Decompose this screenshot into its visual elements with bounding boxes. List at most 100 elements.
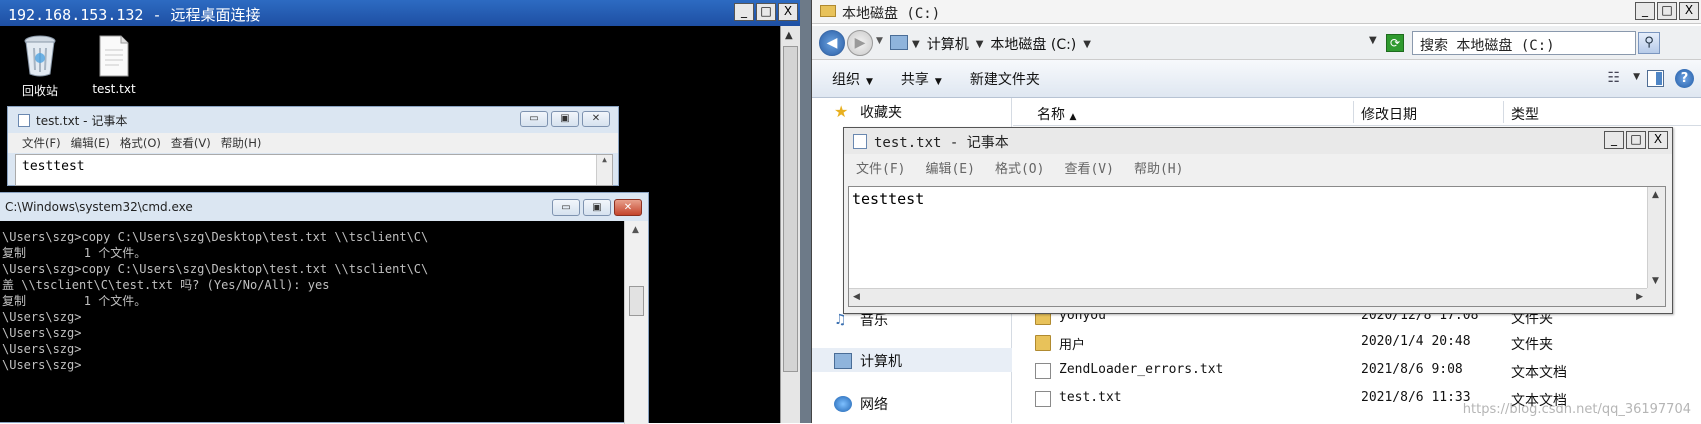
notepad-minimize-button[interactable]: _ (1604, 131, 1624, 149)
menu-view[interactable]: 查看(V) (171, 135, 211, 151)
computer-icon (890, 35, 908, 50)
cmd-maximize-button[interactable]: ▣ (583, 199, 611, 216)
menu-file[interactable]: 文件(F) (856, 158, 905, 177)
desktop-icon-recycle-bin[interactable]: 回收站 (8, 34, 72, 99)
menu-edit[interactable]: 编辑(E) (71, 135, 110, 151)
file-name: ZendLoader_errors.txt (1059, 362, 1224, 377)
menu-edit[interactable]: 编辑(E) (925, 158, 974, 177)
scroll-up-arrow-icon[interactable]: ▲ (596, 155, 612, 185)
chevron-down-icon: ▼ (866, 76, 873, 87)
rdp-scrollbar[interactable]: ▲ (780, 26, 800, 423)
remote-notepad-content: testtest (22, 159, 85, 174)
scroll-left-arrow-icon[interactable]: ◀ (853, 292, 860, 302)
rdp-maximize-button[interactable]: □ (756, 3, 776, 21)
remote-notepad-title-bar[interactable]: test.txt - 记事本 ▭ ▣ ✕ (8, 107, 618, 133)
file-name: 用户 (1059, 338, 1086, 353)
chevron-down-icon[interactable]: ▼ (912, 39, 920, 50)
preview-pane-icon[interactable] (1647, 70, 1664, 87)
music-icon: ♫ (834, 312, 847, 328)
console-line: \Users\szg> (2, 326, 82, 340)
resize-grip-icon[interactable] (1647, 288, 1665, 306)
column-name[interactable]: 名称 ▲ (1037, 104, 1076, 124)
chevron-down-icon[interactable]: ▼ (1083, 39, 1091, 50)
scroll-down-arrow-icon[interactable]: ▼ (1652, 276, 1659, 286)
desktop-icon-label: 回收站 (21, 84, 58, 98)
history-dropdown-icon[interactable]: ▼ (876, 36, 883, 46)
console-line: 复制 1 个文件。 (2, 294, 147, 308)
menu-format[interactable]: 格式(O) (995, 158, 1044, 177)
menu-help[interactable]: 帮助(H) (221, 135, 262, 151)
nav-item-label: 计算机 (860, 354, 902, 370)
scroll-up-arrow-icon[interactable]: ▲ (632, 225, 639, 235)
file-type: 文本文档 (1511, 365, 1567, 381)
remote-notepad-maximize-button[interactable]: ▣ (551, 111, 579, 127)
scroll-up-arrow-icon[interactable]: ▲ (1652, 190, 1659, 200)
view-options-icon[interactable]: ☷ (1607, 70, 1620, 86)
menu-view[interactable]: 查看(V) (1064, 158, 1113, 177)
share-button[interactable]: 共享 ▼ (901, 69, 942, 89)
console-line: 复制 1 个文件。 (2, 246, 147, 260)
explorer-maximize-button[interactable]: □ (1657, 2, 1677, 20)
forward-button[interactable]: ▶ (847, 30, 873, 56)
notepad-vertical-scrollbar[interactable]: ▲ ▼ (1647, 187, 1665, 289)
notepad-title-bar[interactable]: test.txt - 记事本 _ □ X (844, 128, 1672, 154)
chevron-down-icon[interactable]: ▼ (1633, 72, 1640, 82)
console-line: 盖 \\tsclient\C\test.txt 吗? (Yes/No/All):… (2, 278, 330, 292)
remote-notepad-minimize-button[interactable]: ▭ (520, 111, 548, 127)
back-button[interactable]: ◀ (819, 30, 845, 56)
organize-button[interactable]: 组织 ▼ (832, 69, 873, 89)
menu-file[interactable]: 文件(F) (22, 135, 61, 151)
file-row[interactable]: ZendLoader_errors.txt 2021/8/6 9:08 文本文档 (1013, 359, 1701, 383)
nav-item-computer[interactable]: 计算机 (834, 351, 902, 371)
text-file-icon (1035, 391, 1051, 407)
rdp-scrollbar-thumb[interactable] (783, 46, 798, 372)
cmd-title-bar[interactable]: C:\Windows\system32\cmd.exe ▭ ▣ ✕ (0, 193, 648, 221)
remote-notepad-menu-bar: 文件(F) 编辑(E) 格式(O) 查看(V) 帮助(H) (8, 133, 618, 153)
notepad-text-area[interactable]: testtest ▲ ▼ ◀ ▶ (848, 186, 1666, 307)
nav-item-network[interactable]: 网络 (834, 394, 888, 414)
organize-label: 组织 (832, 71, 860, 88)
rdp-title-bar[interactable]: 192.168.153.132 - 远程桌面连接 _ □ X (0, 0, 800, 26)
cmd-minimize-button[interactable]: ▭ (552, 199, 580, 216)
search-input[interactable]: 搜索 本地磁盘 (C:) (1412, 31, 1636, 55)
cmd-close-button[interactable]: ✕ (614, 199, 642, 216)
refresh-icon[interactable]: ⟳ (1386, 34, 1404, 52)
explorer-title-bar[interactable]: 本地磁盘 (C:) _ □ X (812, 0, 1701, 24)
breadcrumb-computer[interactable]: 计算机 (927, 34, 969, 54)
cmd-console-output[interactable]: \Users\szg>copy C:\Users\szg\Desktop\tes… (0, 229, 624, 424)
column-divider[interactable] (1353, 101, 1354, 123)
menu-format[interactable]: 格式(O) (120, 135, 161, 151)
column-type[interactable]: 类型 (1511, 104, 1539, 124)
menu-help[interactable]: 帮助(H) (1134, 158, 1183, 177)
scroll-up-arrow-icon[interactable]: ▲ (785, 30, 793, 41)
breadcrumb-local-disk[interactable]: 本地磁盘 (C:) (990, 34, 1076, 54)
help-icon[interactable]: ? (1675, 69, 1694, 88)
rdp-close-button[interactable]: X (778, 3, 798, 21)
address-dropdown-icon[interactable]: ▼ (1369, 35, 1377, 46)
notepad-close-button[interactable]: X (1648, 131, 1668, 149)
remote-desktop-area: 回收站 test.txt test.txt - 记事本 ▭ ▣ ✕ 文件(F) … (0, 26, 780, 424)
desktop-icon-test-txt[interactable]: test.txt (82, 34, 146, 96)
file-date: 2020/1/4 20:48 (1361, 334, 1471, 349)
nav-item-label: 网络 (860, 397, 888, 413)
file-type: 文件夹 (1511, 337, 1553, 353)
folder-icon (1035, 335, 1051, 351)
nav-item-favorites[interactable]: ★ 收藏夹 (834, 102, 902, 122)
cmd-scrollbar[interactable]: ▲ (624, 221, 648, 424)
scroll-right-arrow-icon[interactable]: ▶ (1636, 292, 1643, 302)
notepad-maximize-button[interactable]: □ (1626, 131, 1646, 149)
new-folder-button[interactable]: 新建文件夹 (970, 69, 1040, 89)
search-icon[interactable]: ⚲ (1638, 32, 1660, 54)
rdp-minimize-button[interactable]: _ (734, 3, 754, 21)
file-date: 2021/8/6 9:08 (1361, 362, 1463, 377)
column-divider[interactable] (1503, 101, 1504, 123)
file-row[interactable]: 用户 2020/1/4 20:48 文件夹 (1013, 331, 1701, 355)
explorer-minimize-button[interactable]: _ (1635, 2, 1655, 20)
chevron-down-icon[interactable]: ▼ (976, 39, 984, 50)
column-date[interactable]: 修改日期 (1361, 104, 1417, 124)
remote-notepad-text-area[interactable]: testtest ▲ (15, 154, 613, 186)
cmd-scrollbar-thumb[interactable] (629, 286, 644, 316)
notepad-horizontal-scrollbar[interactable]: ◀ ▶ (849, 288, 1647, 306)
explorer-close-button[interactable]: X (1679, 2, 1699, 20)
remote-notepad-close-button[interactable]: ✕ (582, 111, 610, 127)
